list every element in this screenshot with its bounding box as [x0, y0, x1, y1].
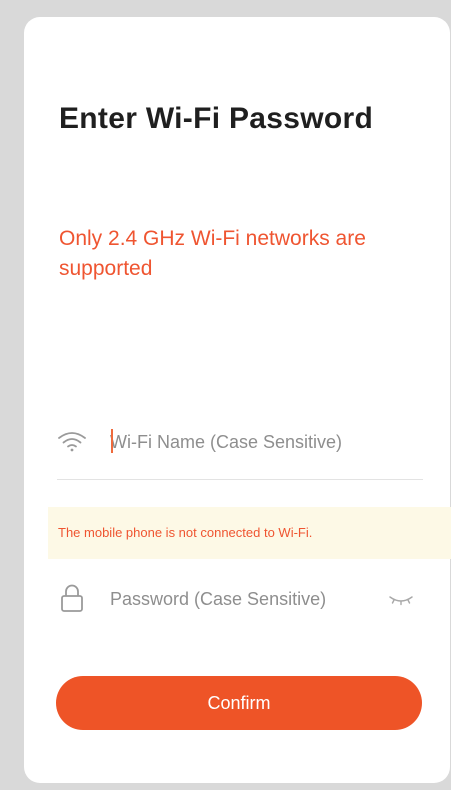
wifi-icon: [57, 430, 87, 452]
connection-notice: The mobile phone is not connected to Wi-…: [48, 507, 451, 559]
text-cursor: [111, 429, 113, 453]
page-title: Enter Wi-Fi Password: [59, 102, 374, 135]
confirm-button[interactable]: Confirm: [56, 676, 422, 730]
band-warning: Only 2.4 GHz Wi-Fi networks are supporte…: [59, 227, 366, 280]
wifi-name-input[interactable]: [106, 427, 410, 457]
field-divider: [57, 479, 423, 480]
password-input[interactable]: [106, 584, 380, 614]
eye-closed-icon[interactable]: [388, 592, 414, 608]
wifi-password-card: Enter Wi-Fi Password Only 2.4 GHz Wi-Fi …: [24, 17, 451, 783]
lock-icon: [60, 583, 84, 613]
